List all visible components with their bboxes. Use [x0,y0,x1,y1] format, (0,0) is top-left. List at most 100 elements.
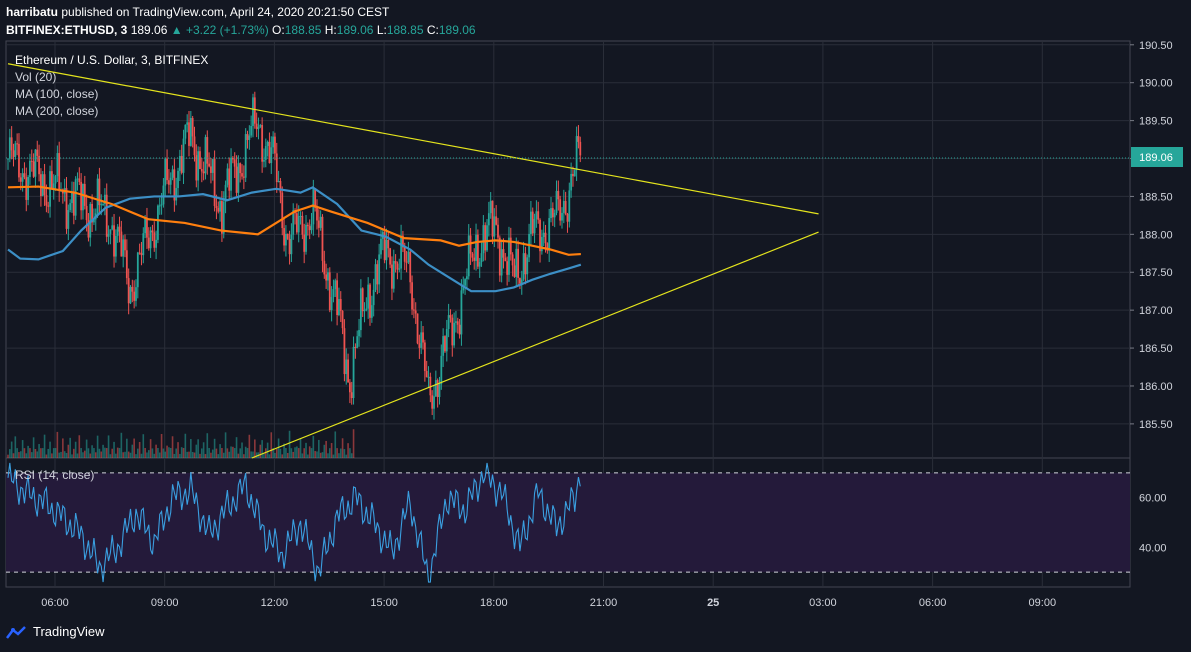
volume-bar [131,444,134,458]
volume-bar [297,448,300,458]
candle-body [102,204,104,206]
candle-body [367,284,370,309]
chart-canvas[interactable]: 190.50190.00189.50189.00188.50188.00187.… [0,0,1191,652]
legend-ma200[interactable]: MA (200, close) [15,104,98,118]
price-tick-label: 188.00 [1139,229,1173,241]
candle-body [303,234,306,252]
candle-body [537,211,540,220]
volume-bar [36,451,39,458]
legend-ma100[interactable]: MA (100, close) [15,87,98,101]
candle-body [129,286,132,304]
candle-body [217,207,220,212]
candle-body [572,173,574,177]
volume-bar [115,453,117,458]
candle-body [431,395,434,409]
volume-bar [126,438,128,458]
candle-body [34,149,37,177]
candle-body [400,235,402,269]
candle-body [295,213,298,233]
volume-bar [89,453,92,458]
volume-bar [215,448,218,458]
candle-body [314,188,317,208]
candle-body [555,190,558,214]
volume-bar [105,448,108,458]
volume-bar [51,453,53,458]
volume-bar [94,452,97,458]
volume-bar [76,453,79,458]
candle-body [231,157,234,160]
legend-vol[interactable]: Vol (20) [15,70,56,84]
volume-bar [34,448,37,458]
candle-body [438,384,441,398]
volume-bar [261,440,263,458]
volume-bar [179,453,181,458]
volume-bar [303,448,305,458]
volume-bar [314,451,316,458]
volume-bar [352,429,355,458]
time-tick-label: 25 [707,597,719,609]
volume-bar [162,448,165,458]
candle-body [321,216,324,261]
candle-body [531,211,534,234]
volume-bar [263,453,265,458]
price-axis[interactable]: 190.50190.00189.50189.00188.50188.00187.… [1130,40,1173,431]
volume-bar [158,452,161,458]
volume-bar [47,448,50,458]
candle-body [396,263,399,270]
legend-rsi[interactable]: RSI (14, close) [15,468,94,482]
candle-body [40,174,42,197]
trendlines[interactable] [7,63,819,459]
candle-body [533,218,536,234]
candle-body [78,178,81,182]
candle-body [142,233,145,256]
volume-bar [69,437,71,458]
candle-body [259,125,262,127]
tradingview-footer[interactable]: TradingView [6,624,105,639]
price-tick-label: 190.00 [1139,78,1173,90]
candle-body [288,238,291,255]
candle-body [264,146,267,160]
candle-body [47,205,50,207]
trendline-upper [7,63,819,215]
candle-body [557,190,560,200]
candle-body [440,355,443,385]
volume-bar [21,440,24,458]
candle-body [471,253,474,258]
volume-bar [10,441,13,458]
ma200-line [7,186,582,293]
volume-bar [164,451,167,458]
candle-body [387,239,390,249]
candle-body [208,163,211,167]
candle-body [442,336,445,356]
candle-body [54,176,57,184]
candle-body [354,346,357,348]
candle-body [308,226,311,231]
volume-bar [168,447,170,458]
rsi-tick-label: 40.00 [1139,542,1167,554]
candle-body [270,147,273,164]
candle-body [244,134,247,178]
volume-bar [157,448,159,458]
candle-body [136,252,139,288]
candle-body [177,170,179,189]
candle-body [436,380,439,398]
candle-body [513,265,516,277]
time-tick-label: 06:00 [41,597,69,609]
candle-body [157,205,159,240]
volume-bar [248,434,251,458]
candle-body [380,238,382,255]
volume-bar [19,451,22,458]
candle-body [175,188,178,201]
volume-bar [104,447,106,458]
time-tick-label: 09:00 [1029,597,1057,609]
volume-bar [29,448,31,458]
price-tick-label: 186.50 [1139,343,1173,355]
time-axis[interactable]: 06:00 09:00 12:00 15:00 18:00 21:00 25 03:00 06:… [41,597,1056,609]
volume-bar [275,449,278,458]
candle-body [579,141,582,156]
candle-body [135,287,137,301]
candle-body [114,235,117,257]
volume-bar [118,448,121,458]
candle-body [261,125,264,162]
rsi-axis[interactable]: 60.00 40.00 [1139,493,1167,555]
